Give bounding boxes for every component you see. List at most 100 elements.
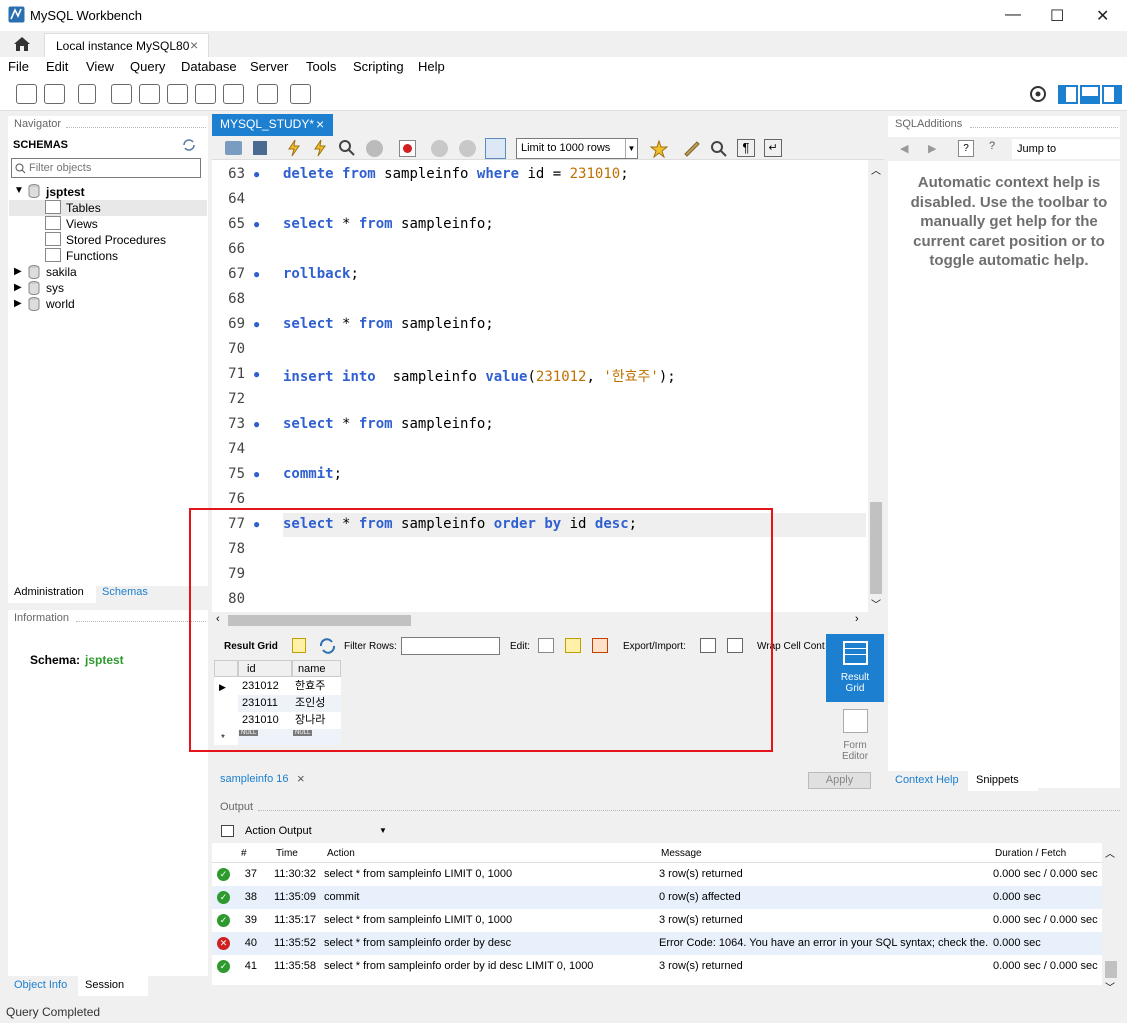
tree-item-views[interactable]: Views xyxy=(66,217,98,231)
create-function-icon[interactable] xyxy=(223,84,244,104)
scroll-down-icon[interactable]: ﹀ xyxy=(1105,979,1115,994)
scroll-up-icon[interactable]: ︿ xyxy=(868,162,884,177)
stop-icon[interactable] xyxy=(366,140,383,157)
menu-edit[interactable]: Edit xyxy=(46,59,68,74)
invisible-chars-icon[interactable]: ¶ xyxy=(737,139,755,157)
explain-icon[interactable] xyxy=(338,139,356,157)
execute-current-icon[interactable] xyxy=(311,139,329,157)
search-table-data-icon[interactable] xyxy=(257,84,278,104)
auto-help-icon[interactable]: ? xyxy=(984,140,1000,157)
manual-help-icon[interactable]: ? xyxy=(958,140,974,157)
jump-to-select[interactable]: Jump to xyxy=(1012,139,1120,159)
menu-database[interactable]: Database xyxy=(181,59,237,74)
tree-item-tables[interactable]: Tables xyxy=(66,201,101,215)
settings-gear-icon[interactable] xyxy=(1029,85,1047,103)
wrap-lines-icon[interactable]: ↵ xyxy=(764,139,782,157)
autocommit-icon[interactable] xyxy=(485,138,506,159)
inspector-icon[interactable] xyxy=(78,84,96,104)
tab-snippets[interactable]: Snippets xyxy=(968,771,1038,791)
code-line[interactable]: rollback; xyxy=(283,266,359,282)
tree-item-stored-procedures[interactable]: Stored Procedures xyxy=(66,233,166,247)
result-tab-close-icon[interactable]: × xyxy=(297,771,305,786)
tab-administration[interactable]: Administration xyxy=(8,583,96,603)
tab-object-info[interactable]: Object Info xyxy=(8,976,78,996)
toggle-sidebar-icon[interactable] xyxy=(1058,85,1078,104)
output-row[interactable]: ✓ 37 11:30:32 select * from sampleinfo LIMI… xyxy=(212,863,1102,886)
tab-session[interactable]: Session xyxy=(78,976,148,996)
open-file-icon[interactable] xyxy=(225,141,242,155)
menu-view[interactable]: View xyxy=(86,59,114,74)
code-line[interactable]: select * from sampleinfo; xyxy=(283,416,494,432)
new-sql-tab-icon[interactable] xyxy=(16,84,37,104)
create-procedure-icon[interactable] xyxy=(195,84,216,104)
toggle-secondary-sidebar-icon[interactable] xyxy=(1102,85,1122,104)
connection-tab[interactable]: Local instance MySQL80 × xyxy=(44,33,209,57)
minimize-button[interactable]: — xyxy=(1005,6,1021,24)
form-editor-side-button[interactable]: Form Editor xyxy=(826,702,884,770)
scroll-right-icon[interactable]: › xyxy=(855,613,859,625)
save-icon[interactable] xyxy=(253,141,267,155)
schema-jsptest[interactable]: jsptest xyxy=(46,185,85,199)
open-sql-script-icon[interactable] xyxy=(44,84,65,104)
close-window-button[interactable]: ✕ xyxy=(1096,6,1109,26)
schema-sys[interactable]: sys xyxy=(46,281,64,295)
menu-file[interactable]: File xyxy=(8,59,29,74)
output-row[interactable]: ✓ 38 11:35:09 commit 0 row(s) affected 0.000 … xyxy=(212,886,1102,909)
beautify-icon[interactable] xyxy=(683,140,701,158)
execute-icon[interactable] xyxy=(285,139,303,157)
output-vertical-scrollbar[interactable]: ︿ ﹀ xyxy=(1102,843,1120,995)
scroll-up-icon[interactable]: ︿ xyxy=(1105,845,1115,860)
scrollbar-thumb[interactable] xyxy=(1105,961,1117,978)
menu-server[interactable]: Server xyxy=(250,59,288,74)
toggle-output-icon[interactable] xyxy=(1080,85,1100,104)
output-type-select[interactable]: Action Output ▼ xyxy=(240,822,390,841)
back-arrow-icon[interactable]: ◀ xyxy=(900,142,908,155)
tab-schemas[interactable]: Schemas xyxy=(96,583,180,603)
forward-arrow-icon[interactable]: ▶ xyxy=(928,142,936,155)
tree-collapsed-icon[interactable]: ▶ xyxy=(14,266,22,277)
filter-objects-input[interactable] xyxy=(29,160,197,176)
tree-item-functions[interactable]: Functions xyxy=(66,249,118,263)
tree-expanded-icon[interactable]: ▼ xyxy=(14,185,24,196)
code-line[interactable]: commit; xyxy=(283,466,342,482)
schema-world[interactable]: world xyxy=(46,297,75,311)
editor-tab[interactable]: MYSQL_STUDY* × xyxy=(212,114,333,136)
menu-tools[interactable]: Tools xyxy=(306,59,336,74)
refresh-schemas-icon[interactable] xyxy=(182,139,196,151)
scrollbar-thumb[interactable] xyxy=(870,502,882,594)
find-icon[interactable] xyxy=(710,140,728,158)
copy-output-icon[interactable] xyxy=(221,825,234,837)
create-view-icon[interactable] xyxy=(167,84,188,104)
result-tab[interactable]: sampleinfo 16 × xyxy=(212,770,312,790)
tree-collapsed-icon[interactable]: ▶ xyxy=(14,282,22,293)
apply-button[interactable]: Apply xyxy=(808,772,871,789)
toggle-error-stop-icon[interactable] xyxy=(399,140,416,157)
code-line[interactable]: insert into sampleinfo value(231012, '한효… xyxy=(283,366,676,386)
output-row[interactable]: ✓ 41 11:35:58 select * from sampleinfo orde… xyxy=(212,955,1102,978)
schema-sakila[interactable]: sakila xyxy=(46,265,77,279)
tree-collapsed-icon[interactable]: ▶ xyxy=(14,298,22,309)
limit-rows-select[interactable]: Limit to 1000 rows ▼ xyxy=(516,138,638,159)
editor-tab-close-icon[interactable]: × xyxy=(316,116,324,132)
connection-tab-close-icon[interactable]: × xyxy=(190,37,198,53)
tab-context-help[interactable]: Context Help xyxy=(888,771,968,791)
output-row[interactable]: ✕ 40 11:35:52 select * from sampleinfo orde… xyxy=(212,932,1102,955)
menu-query[interactable]: Query xyxy=(130,59,165,74)
create-table-icon[interactable] xyxy=(139,84,160,104)
menu-help[interactable]: Help xyxy=(418,59,445,74)
output-row[interactable]: ✓ 39 11:35:17 select * from sampleinfo LIMI… xyxy=(212,909,1102,932)
result-grid-side-button[interactable]: Result Grid xyxy=(826,634,884,702)
reconnect-icon[interactable] xyxy=(290,84,311,104)
create-schema-icon[interactable] xyxy=(111,84,132,104)
add-snippet-star-icon[interactable] xyxy=(650,140,668,158)
menu-scripting[interactable]: Scripting xyxy=(353,59,404,74)
home-icon[interactable] xyxy=(13,36,31,52)
code-line[interactable]: delete from sampleinfo where id = 231010… xyxy=(283,166,629,182)
maximize-button[interactable]: ☐ xyxy=(1050,6,1064,26)
code-line[interactable]: select * from sampleinfo; xyxy=(283,216,494,232)
filter-objects-field[interactable] xyxy=(11,158,201,178)
commit-icon[interactable] xyxy=(431,140,448,157)
code-line[interactable]: select * from sampleinfo; xyxy=(283,316,494,332)
editor-vertical-scrollbar[interactable]: ︿ ﹀ xyxy=(868,160,884,612)
scroll-down-icon[interactable]: ﹀ xyxy=(868,596,884,611)
